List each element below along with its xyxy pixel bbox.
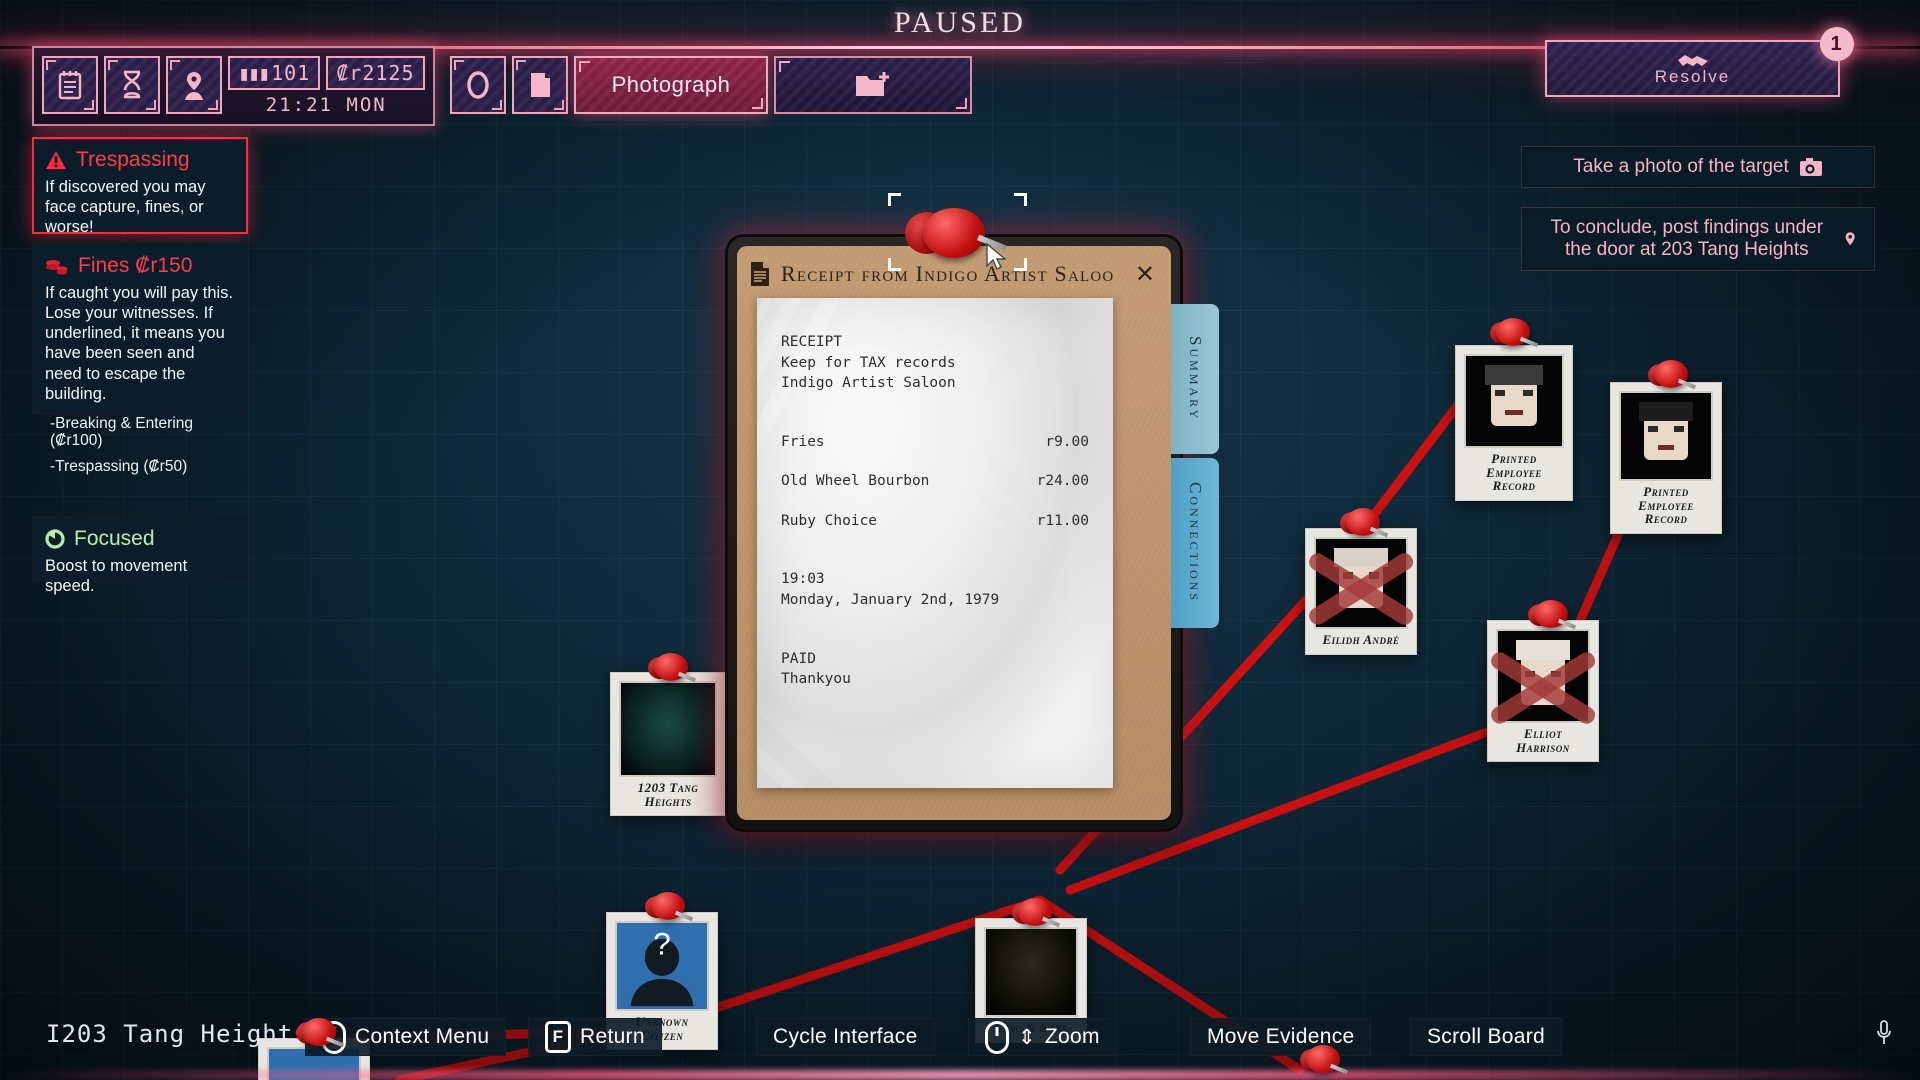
selection-bracket — [888, 258, 901, 271]
updown-arrow-icon: ⇕ — [1018, 1025, 1036, 1049]
hud-status-group: ▮▮▮ 101 ₡r2125 21:21 MON — [32, 46, 435, 126]
objective-post-findings[interactable]: To conclude, post findings under the doo… — [1522, 208, 1874, 270]
board-card-tang-heights[interactable]: 1203 Tang Heights — [610, 672, 726, 817]
status-card-fines: Fines ₡r150 If caught you will pay this.… — [32, 243, 248, 475]
map-pin-icon — [1845, 232, 1855, 246]
paused-label: PAUSED — [894, 6, 1026, 39]
receipt-footer-line: Thankyou — [781, 671, 851, 688]
camera-icon — [1799, 157, 1822, 176]
status-card-focused: Focused Boost to movement speed. — [32, 516, 248, 595]
resolve-label: Resolve — [1654, 66, 1731, 86]
hint-scroll-board[interactable]: Scroll Board — [1410, 1018, 1562, 1056]
selection-bracket — [888, 193, 901, 206]
pushpin-icon — [648, 653, 697, 693]
microphone-icon — [1876, 1019, 1892, 1054]
objective-take-photo[interactable]: Take a photo of the target — [1522, 147, 1874, 187]
selection-bracket — [1014, 258, 1027, 271]
board-card-record-2[interactable]: Printed Employee Record — [1610, 382, 1722, 534]
scene-thumbnail — [619, 681, 717, 777]
board-card-record-1[interactable]: Printed Employee Record — [1455, 345, 1573, 501]
board-card-caption: Printed Employee Record — [1638, 484, 1694, 527]
tab-summary[interactable]: Summary — [1171, 304, 1219, 454]
warning-triangle-icon — [46, 151, 66, 169]
dna-icon[interactable] — [104, 56, 160, 114]
status-card-body: Boost to movement speed. — [45, 557, 188, 596]
portrait-thumbnail — [1619, 391, 1713, 481]
board-card-caption: Elliot Harrison — [1516, 726, 1570, 755]
mouse-scroll-icon — [985, 1020, 1009, 1054]
board-card-caption: Printed Employee Record — [1486, 451, 1542, 494]
receipt-line-item: Old Wheel Bourbon r24.00 — [781, 473, 1089, 490]
portrait-thumbnail — [1314, 537, 1408, 629]
receipt-time: 19:03 — [781, 571, 825, 588]
unknown-thumbnail: ? — [615, 921, 709, 1011]
focus-ring-icon — [45, 529, 65, 549]
pushpin-icon — [1300, 1045, 1349, 1080]
pushpin-icon — [1012, 898, 1061, 938]
receipt-header-line: Keep for TAX records — [781, 354, 956, 371]
pushpin-icon — [1648, 360, 1697, 400]
handshake-icon — [1677, 54, 1708, 66]
objective-text: To conclude, post findings under the doo… — [1550, 217, 1824, 260]
status-card-title: Trespassing — [45, 148, 235, 172]
board-card-elliot[interactable]: Elliot Harrison — [1487, 620, 1599, 763]
pushpin-icon — [296, 1018, 345, 1058]
coins-icon — [46, 260, 68, 275]
receipt-date: Monday, January 2nd, 1979 — [781, 592, 1000, 609]
resolve-button[interactable]: Resolve 1 — [1545, 27, 1854, 97]
case-ring-icon[interactable] — [450, 56, 506, 114]
photograph-tab-label: Photograph — [611, 72, 731, 97]
bottom-neon-glow — [0, 1070, 1920, 1080]
pushpin-icon — [1528, 600, 1577, 640]
status-card-title: Fines ₡r150 — [45, 254, 235, 278]
scene-thumbnail — [984, 927, 1078, 1017]
pushpin-icon — [645, 892, 694, 932]
control-hints-bar: Context Menu F Return Cycle Interface ⇕ … — [0, 1018, 1920, 1062]
close-icon[interactable]: ✕ — [1131, 260, 1159, 289]
board-card-caption: 1203 Tang Heights — [637, 780, 699, 809]
portrait-thumbnail — [1496, 629, 1590, 723]
notebook-icon[interactable] — [42, 56, 98, 114]
receipt-footer-line: PAID — [781, 650, 816, 667]
evidence-window-body: Receipt from Indigo Artist Saloo ✕ RECEI… — [737, 246, 1219, 820]
fines-list: -Breaking & Entering (₡r100) -Trespassin… — [45, 415, 235, 475]
list-item: -Trespassing (₡r50) — [50, 457, 188, 475]
pushpin-icon — [1490, 318, 1539, 358]
tab-connections[interactable]: Connections — [1171, 458, 1219, 628]
receipt-header-line: Indigo Artist Saloon — [781, 375, 956, 392]
portrait-thumbnail — [1464, 354, 1564, 448]
add-folder-tab[interactable] — [774, 56, 972, 114]
hint-zoom[interactable]: ⇕ Zoom — [968, 1018, 1117, 1056]
photograph-tab[interactable]: Photograph — [574, 56, 768, 114]
status-card-title: Focused — [45, 527, 235, 551]
hint-return[interactable]: F Return — [528, 1018, 662, 1056]
clock: 21:21 MON — [265, 94, 387, 116]
mouse-cursor — [986, 242, 1007, 270]
document-icon — [751, 262, 769, 286]
receipt-paper: RECEIPT Keep for TAX records Indigo Arti… — [757, 298, 1113, 788]
receipt-line-item: Fries r9.00 — [781, 433, 1089, 450]
status-card-body: If caught you will pay this. Lose your w… — [45, 284, 234, 403]
receipt-line-item: Ruby Choice r11.00 — [781, 512, 1089, 529]
pushpin-icon — [1340, 508, 1389, 548]
notes-page-icon[interactable] — [512, 56, 568, 114]
selection-bracket — [1014, 193, 1027, 206]
hud-tab-group: Photograph — [440, 46, 982, 124]
receipt-header-line: RECEIPT — [781, 334, 843, 350]
key-f: F — [545, 1021, 571, 1053]
status-card-body: If discovered you may face capture, fine… — [45, 178, 206, 237]
list-item: -Breaking & Entering (₡r100) — [50, 414, 194, 449]
receipt-text: RECEIPT Keep for TAX records Indigo Arti… — [781, 332, 1089, 690]
status-card-trespassing: Trespassing If discovered you may face c… — [32, 137, 248, 237]
location-person-icon[interactable] — [166, 56, 222, 114]
health-stat: ▮▮▮ 101 — [228, 56, 321, 90]
evidence-window[interactable]: Receipt from Indigo Artist Saloo ✕ RECEI… — [728, 237, 1219, 829]
evidence-title: Receipt from Indigo Artist Saloo — [781, 261, 1115, 286]
objective-text: Take a photo of the target — [1573, 156, 1789, 177]
board-card-caption: Eilidh André — [1322, 632, 1400, 647]
hint-cycle-interface[interactable]: Cycle Interface — [756, 1018, 935, 1056]
resolve-badge: 1 — [1820, 27, 1854, 61]
money-stat: ₡r2125 — [326, 56, 425, 90]
